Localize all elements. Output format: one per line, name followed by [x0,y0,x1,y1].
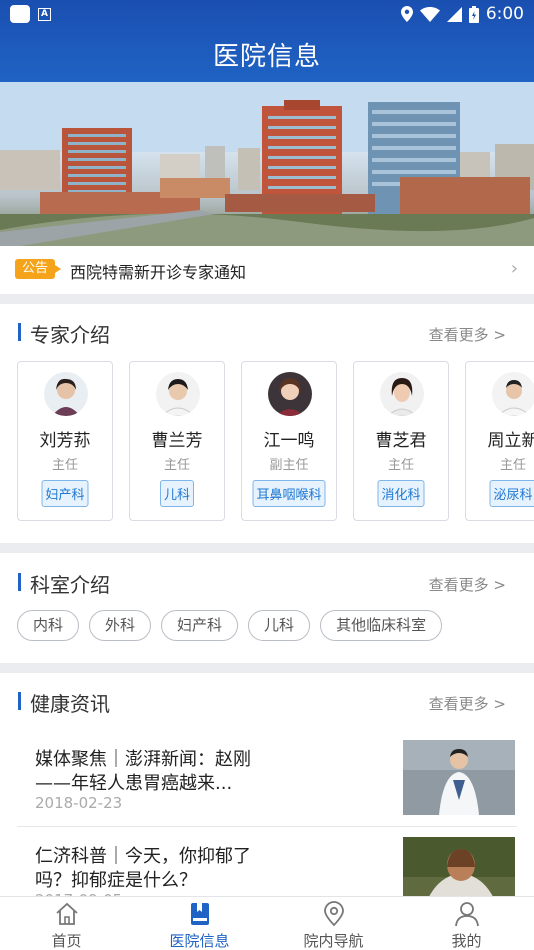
location-icon [400,6,413,22]
expert-name: 曹芝君 [375,431,427,451]
news-title: 媒体聚焦｜澎湃新闻：赵刚——年轻人患胃癌越来... [35,749,251,794]
expert-card[interactable]: 曹芝君 主任 消化科 [353,361,449,521]
status-bar: A 6:00 [0,0,534,28]
expert-name: 刘芳荪 [39,431,91,451]
expert-dept-tag: 消化科 [377,480,425,507]
page-title: 医院信息 [212,42,321,72]
news-section-title: 健康资讯 [30,692,110,716]
experts-section-title: 专家介绍 [30,323,110,347]
expert-avatar [492,372,534,416]
location-pin-icon [324,901,344,927]
notice-text[interactable]: 西院特需新开诊专家通知 [70,259,246,283]
app-header: A 6:00 医院信息 [0,0,534,82]
expert-card[interactable]: 江一鸣 副主任 耳鼻咽喉科 [241,361,337,521]
expert-title: 主任 [499,458,526,473]
expert-card[interactable]: 周立新 主任 泌尿科 [465,361,534,521]
news-item[interactable]: 媒体聚焦｜澎湃新闻：赵刚——年轻人患胃癌越来... 2018-02-23 [0,736,534,833]
news-section-header: 健康资讯 查看更多 > [0,688,534,718]
news-thumbnail [403,740,515,815]
expert-card[interactable]: 刘芳荪 主任 妇产科 [17,361,113,521]
expert-avatar [268,372,312,416]
department-pill[interactable]: 其他临床科室 [320,610,443,641]
expert-avatar [44,372,88,416]
department-pill[interactable]: 儿科 [248,610,311,641]
section-divider [0,294,534,304]
section-accent-bar [18,323,21,341]
department-pill[interactable]: 内科 [17,610,80,641]
experts-carousel[interactable]: 刘芳荪 主任 妇产科 曹兰芳 主任 儿科 江一鸣 副主任 耳鼻咽喉科 曹芝君 主… [0,361,534,521]
home-icon [56,902,78,925]
department-pill[interactable]: 外科 [89,610,152,641]
battery-icon [468,5,479,23]
departments-section-header: 科室介绍 查看更多 > [0,569,534,599]
expert-title: 主任 [163,458,190,473]
experts-section-header: 专家介绍 查看更多 > [0,319,534,349]
departments-list: 内科 外科 妇产科 儿科 其他临床科室 [17,610,443,641]
clock-text: 6:00 [485,4,524,24]
notice-tag: 公告 [15,259,62,279]
bottom-tab-bar: 首页 医院信息 院内导航 我的 [0,896,534,950]
tab-hospital-info[interactable]: 医院信息 [133,897,266,950]
tab-label: 院内导航 [303,932,364,950]
hospital-banner-image[interactable] [0,82,534,246]
expert-title: 主任 [51,458,78,473]
expert-avatar [156,372,200,416]
tab-profile[interactable]: 我的 [400,897,533,950]
expert-dept-tag: 妇产科 [41,480,89,507]
section-accent-bar [18,573,21,591]
expert-name: 周立新 [487,431,534,451]
section-accent-bar [18,692,21,710]
notification-icon [10,5,30,23]
tab-home[interactable]: 首页 [0,897,133,950]
department-pill[interactable]: 妇产科 [161,610,239,641]
wifi-icon [419,6,440,22]
news-title: 仁济科普｜今天，你抑郁了吗？抑郁症是什么？ [35,846,251,891]
departments-section-title: 科室介绍 [30,573,110,597]
expert-title: 副主任 [269,458,309,473]
book-icon [191,903,209,925]
section-divider [0,543,534,553]
section-divider [0,663,534,673]
expert-dept-tag: 耳鼻咽喉科 [252,480,326,507]
expert-title: 主任 [387,458,414,473]
departments-more-link[interactable]: 查看更多 > [429,574,506,595]
experts-more-link[interactable]: 查看更多 > [429,324,506,345]
notice-bar[interactable]: 公告 西院特需新开诊专家通知 › [0,246,534,294]
expert-name: 曹兰芳 [151,431,203,451]
tab-label: 首页 [51,932,82,950]
expert-dept-tag: 泌尿科 [489,480,534,507]
app-notification-icon: A [38,7,51,21]
signal-icon [446,6,462,22]
tab-indoor-navigation[interactable]: 院内导航 [267,897,400,950]
expert-name: 江一鸣 [263,431,315,451]
tab-label: 医院信息 [169,932,230,950]
news-date: 2018-02-23 [35,794,123,812]
chevron-right-icon: › [510,258,518,279]
news-divider [17,826,517,827]
news-more-link[interactable]: 查看更多 > [429,693,506,714]
user-icon [455,902,479,927]
expert-dept-tag: 儿科 [159,480,195,507]
expert-card[interactable]: 曹兰芳 主任 儿科 [129,361,225,521]
expert-avatar [380,372,424,416]
tab-label: 我的 [451,932,482,950]
